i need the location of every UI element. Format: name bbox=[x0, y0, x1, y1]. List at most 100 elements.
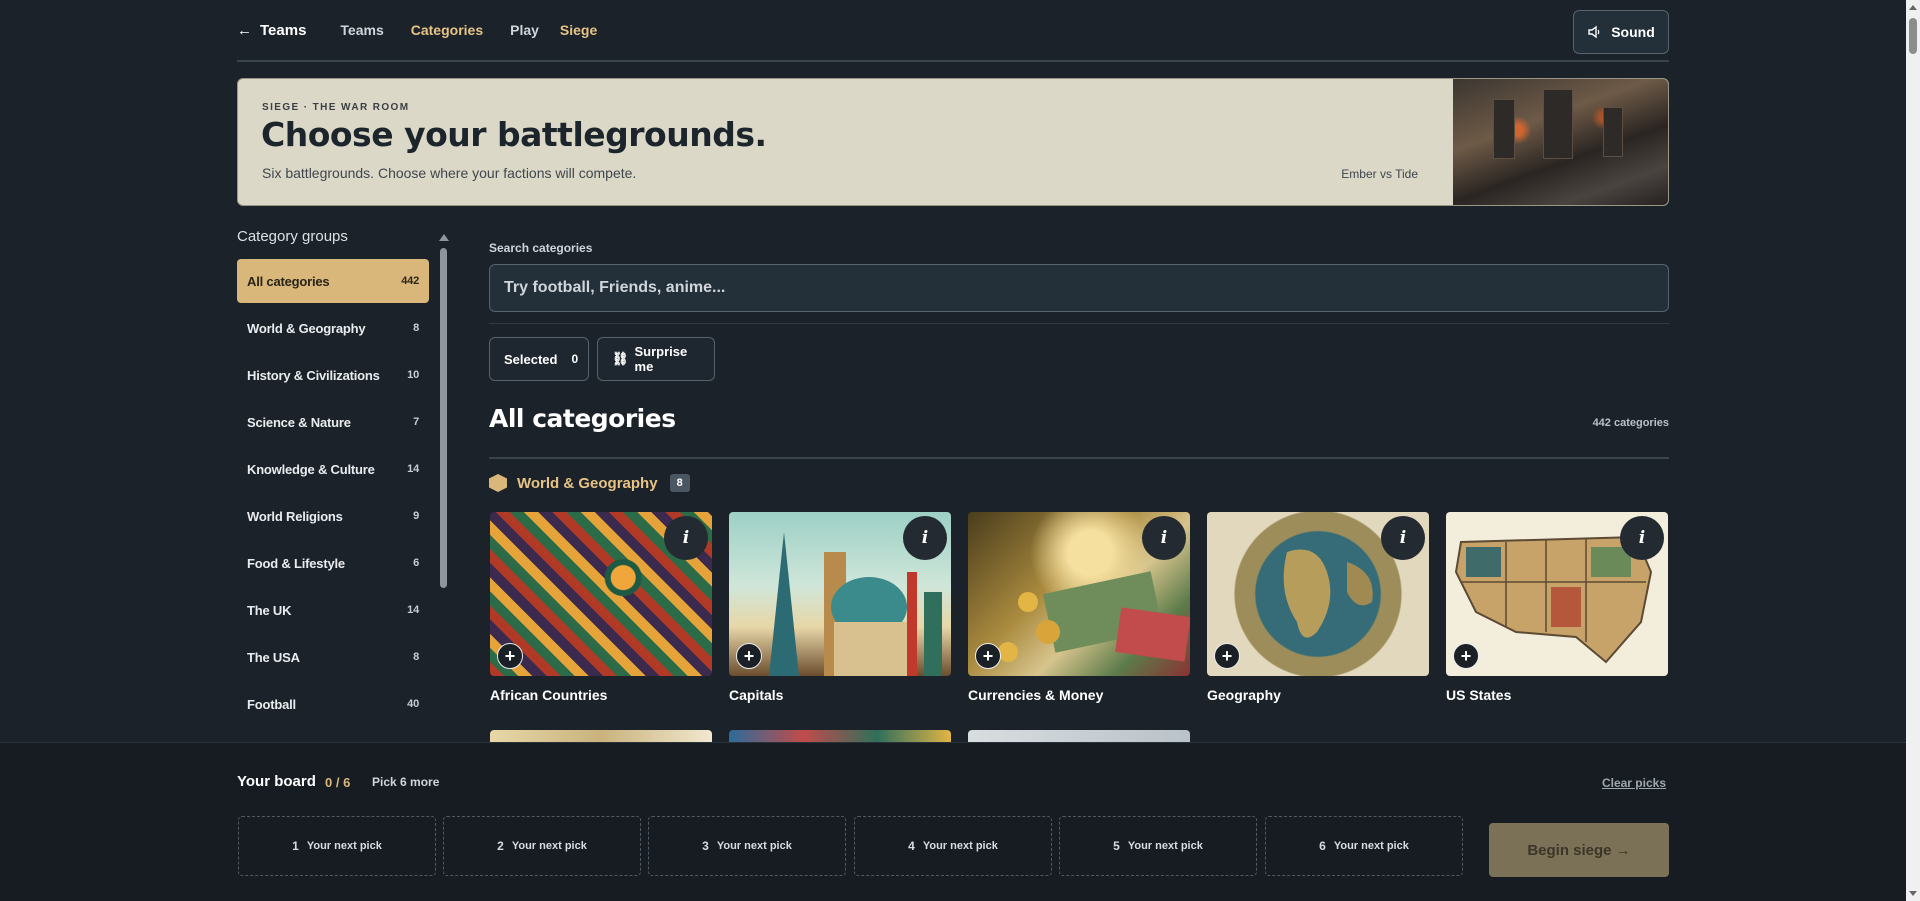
sidebar-item-label: World & Geography bbox=[247, 320, 366, 336]
sidebar-item-count: 442 bbox=[401, 275, 419, 287]
slot-number: 4 bbox=[908, 839, 915, 853]
sidebar-scrollbar[interactable] bbox=[439, 234, 449, 742]
divider bbox=[489, 323, 1669, 324]
slot-number: 2 bbox=[497, 839, 504, 853]
sidebar-item-football[interactable]: Football 40 bbox=[237, 682, 429, 726]
info-icon[interactable]: i bbox=[1142, 516, 1186, 560]
scrollbar-thumb[interactable] bbox=[440, 248, 447, 588]
hero-castle-image bbox=[1453, 79, 1668, 205]
board-slot[interactable]: 3 Your next pick bbox=[648, 816, 846, 876]
sidebar-item-world-geography[interactable]: World & Geography 8 bbox=[237, 306, 429, 350]
back-link[interactable]: ← Teams bbox=[237, 22, 306, 39]
page-scrollbar[interactable] bbox=[1906, 0, 1920, 901]
sidebar-item-all-categories[interactable]: All categories 442 bbox=[237, 259, 429, 303]
divider bbox=[489, 457, 1669, 459]
sidebar-item-usa[interactable]: The USA 8 bbox=[237, 635, 429, 679]
board-panel: Your board 0 / 6 Pick 6 more Clear picks… bbox=[0, 742, 1906, 901]
sidebar-item-knowledge[interactable]: Knowledge & Culture 14 bbox=[237, 447, 429, 491]
nav-link-teams[interactable]: Teams bbox=[340, 22, 383, 38]
hero-banner: SIEGE · THE WAR ROOM Choose your battleg… bbox=[237, 78, 1669, 206]
info-icon[interactable]: i bbox=[664, 516, 708, 560]
info-icon[interactable]: i bbox=[1620, 516, 1664, 560]
nav-link-categories[interactable]: Categories bbox=[411, 22, 483, 38]
category-card[interactable]: i + Capitals bbox=[729, 512, 951, 703]
category-name: Capitals bbox=[729, 687, 784, 703]
surprise-label: Surprise me bbox=[634, 344, 688, 374]
sidebar-item-count: 14 bbox=[407, 604, 419, 616]
sidebar-item-history[interactable]: History & Civilizations 10 bbox=[237, 353, 429, 397]
sidebar-item-label: World Religions bbox=[247, 508, 343, 524]
search-input[interactable]: Try football, Friends, anime... bbox=[489, 264, 1669, 312]
sound-button[interactable]: Sound bbox=[1573, 10, 1669, 54]
sidebar-item-count: 9 bbox=[413, 510, 419, 522]
board-slot[interactable]: 4 Your next pick bbox=[854, 816, 1052, 876]
info-icon[interactable]: i bbox=[1381, 516, 1425, 560]
board-slot[interactable]: 2 Your next pick bbox=[443, 816, 641, 876]
category-name: Geography bbox=[1207, 687, 1281, 703]
arrow-left-icon: ← bbox=[237, 21, 252, 39]
add-icon[interactable]: + bbox=[1453, 643, 1479, 669]
top-navigation: ← Teams Teams Categories Play Siege Soun… bbox=[237, 0, 1669, 62]
group-name: World & Geography bbox=[517, 474, 658, 492]
section-title: All categories bbox=[489, 404, 676, 433]
sidebar-title: Category groups bbox=[237, 228, 348, 245]
category-card[interactable]: i + Currencies & Money bbox=[968, 512, 1190, 703]
add-icon[interactable]: + bbox=[1214, 643, 1240, 669]
sidebar-item-label: History & Civilizations bbox=[247, 367, 380, 383]
link-icon: ⛓ bbox=[612, 351, 629, 366]
board-title: Your board bbox=[237, 773, 316, 790]
surprise-me-button[interactable]: ⛓ Surprise me bbox=[597, 337, 715, 381]
slot-number: 3 bbox=[702, 839, 709, 853]
selected-count: 0 bbox=[571, 352, 579, 366]
group-count-badge: 8 bbox=[669, 474, 690, 492]
sidebar-item-religions[interactable]: World Religions 9 bbox=[237, 494, 429, 538]
slot-label: Your next pick bbox=[922, 840, 998, 852]
slot-label: Your next pick bbox=[1127, 840, 1203, 852]
sidebar-item-science[interactable]: Science & Nature 7 bbox=[237, 400, 429, 444]
hero-subtitle: Six battlegrounds. Choose where your fac… bbox=[262, 165, 637, 181]
clear-picks-link[interactable]: Clear picks bbox=[1602, 776, 1666, 790]
board-slot[interactable]: 6 Your next pick bbox=[1265, 816, 1463, 876]
search-label: Search categories bbox=[489, 241, 593, 255]
sidebar-item-count: 10 bbox=[407, 369, 419, 381]
add-icon[interactable]: + bbox=[497, 643, 523, 669]
slot-number: 1 bbox=[292, 839, 299, 853]
board-slot[interactable]: 1 Your next pick bbox=[238, 816, 436, 876]
speaker-icon bbox=[1588, 25, 1600, 39]
begin-siege-button[interactable]: Begin siege → bbox=[1489, 823, 1669, 877]
board-slot[interactable]: 5 Your next pick bbox=[1059, 816, 1257, 876]
back-label: Teams bbox=[260, 21, 307, 39]
sidebar-item-label: The USA bbox=[247, 649, 300, 665]
info-icon[interactable]: i bbox=[903, 516, 947, 560]
sidebar-item-count: 14 bbox=[407, 463, 419, 475]
group-header: World & Geography 8 bbox=[489, 474, 690, 492]
selected-label: Selected bbox=[504, 351, 558, 367]
scroll-down-arrow-icon[interactable] bbox=[1909, 891, 1917, 896]
sidebar-item-uk[interactable]: The UK 14 bbox=[237, 588, 429, 632]
add-icon[interactable]: + bbox=[975, 643, 1001, 669]
selected-filter-button[interactable]: Selected 0 bbox=[489, 337, 589, 381]
scrollbar-thumb[interactable] bbox=[1909, 18, 1917, 54]
matchup-label: Ember vs Tide bbox=[1341, 167, 1418, 181]
scroll-up-arrow-icon[interactable] bbox=[1909, 5, 1917, 10]
sound-label: Sound bbox=[1611, 24, 1655, 40]
slot-number: 6 bbox=[1319, 839, 1326, 853]
slot-label: Your next pick bbox=[306, 840, 382, 852]
sidebar-item-label: Knowledge & Culture bbox=[247, 461, 375, 477]
category-image: i + bbox=[729, 512, 951, 676]
sidebar-item-count: 8 bbox=[413, 651, 419, 663]
slot-label: Your next pick bbox=[511, 840, 587, 852]
category-group-list: All categories 442 World & Geography 8 His… bbox=[237, 259, 429, 729]
sidebar-item-label: Football bbox=[247, 696, 296, 712]
mode-label-siege: Siege bbox=[559, 22, 598, 38]
nav-link-play[interactable]: Play bbox=[510, 22, 539, 38]
category-card[interactable]: i + Geography bbox=[1207, 512, 1429, 703]
add-icon[interactable]: + bbox=[736, 643, 762, 669]
category-image: i + bbox=[1446, 512, 1668, 676]
board-remaining: Pick 6 more bbox=[372, 775, 440, 789]
sidebar-item-food[interactable]: Food & Lifestyle 6 bbox=[237, 541, 429, 585]
scroll-up-arrow-icon[interactable] bbox=[439, 234, 449, 241]
category-card[interactable]: i + African Countries bbox=[490, 512, 712, 703]
category-card[interactable]: i + US States bbox=[1446, 512, 1668, 703]
category-name: African Countries bbox=[490, 687, 608, 703]
